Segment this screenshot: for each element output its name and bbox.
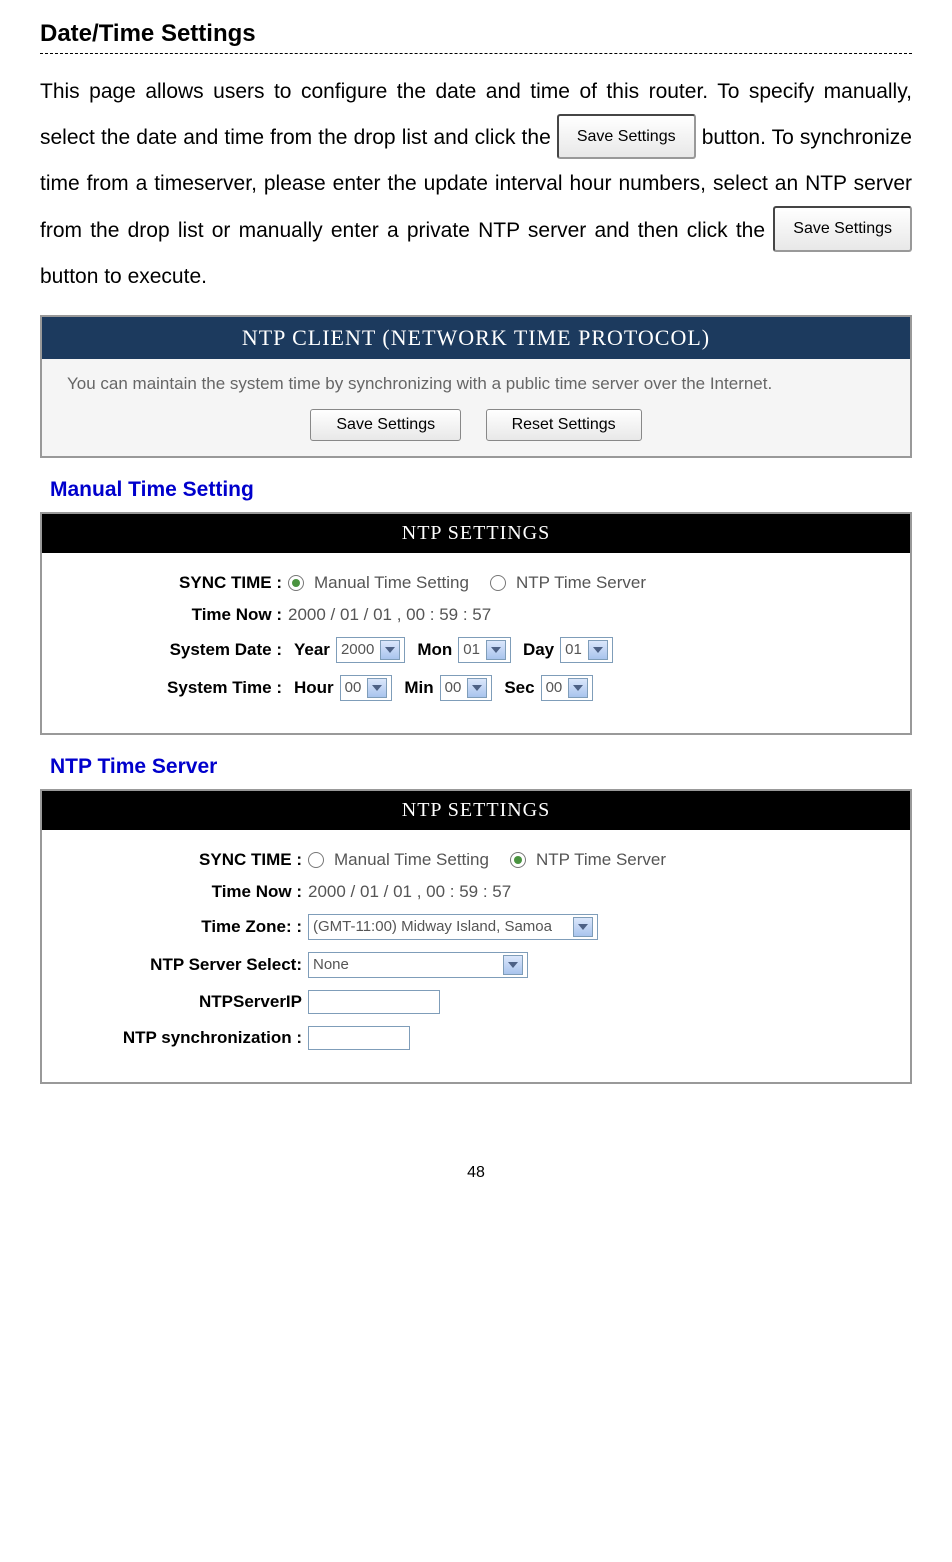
mon-select[interactable]: 01 <box>458 637 511 663</box>
ntp-ip-label: NTPServerIP <box>72 992 308 1012</box>
radio-ntp-time[interactable] <box>490 575 506 591</box>
radio-ntp-label-2: NTP Time Server <box>536 850 666 870</box>
page-title: Date/Time Settings <box>40 20 912 48</box>
ntp-client-description: You can maintain the system time by sync… <box>67 374 885 394</box>
manual-time-heading: Manual Time Setting <box>50 478 912 502</box>
ntp-client-panel: NTP CLIENT (NETWORK TIME PROTOCOL) You c… <box>40 315 912 458</box>
sync-time-label: SYNC TIME : <box>72 573 288 593</box>
ntp-settings-panel: NTP SETTINGS SYNC TIME : Manual Time Set… <box>40 789 912 1084</box>
manual-settings-panel: NTP SETTINGS SYNC TIME : Manual Time Set… <box>40 512 912 735</box>
radio-manual-time[interactable] <box>288 575 304 591</box>
day-label: Day <box>523 640 554 660</box>
chevron-down-icon <box>486 640 506 660</box>
time-zone-value: (GMT-11:00) Midway Island, Samoa <box>313 918 552 935</box>
save-settings-button[interactable]: Save Settings <box>310 409 461 441</box>
chevron-down-icon <box>367 678 387 698</box>
divider <box>40 53 912 54</box>
min-label: Min <box>404 678 433 698</box>
chevron-down-icon <box>467 678 487 698</box>
ntp-ip-input[interactable] <box>308 990 440 1014</box>
reset-settings-button[interactable]: Reset Settings <box>486 409 642 441</box>
intro-paragraph: This page allows users to configure the … <box>40 69 912 300</box>
year-value: 2000 <box>341 641 374 658</box>
hour-label: Hour <box>294 678 334 698</box>
year-label: Year <box>294 640 330 660</box>
mon-label: Mon <box>417 640 452 660</box>
ntp-panel-title: NTP SETTINGS <box>42 791 910 830</box>
page-number: 48 <box>40 1164 912 1182</box>
min-value: 00 <box>445 679 462 696</box>
inline-save-button-1[interactable]: Save Settings <box>557 114 696 159</box>
sync-time-label-2: SYNC TIME : <box>72 850 308 870</box>
day-value: 01 <box>565 641 582 658</box>
ntp-server-value: None <box>313 956 349 973</box>
time-now-value-2: 2000 / 01 / 01 , 00 : 59 : 57 <box>308 882 880 902</box>
ntp-time-heading: NTP Time Server <box>50 755 912 779</box>
radio-ntp-time-2[interactable] <box>510 852 526 868</box>
ntp-client-body: You can maintain the system time by sync… <box>42 359 910 456</box>
time-zone-label: Time Zone: : <box>72 917 308 937</box>
sec-value: 00 <box>546 679 563 696</box>
chevron-down-icon <box>503 955 523 975</box>
ntp-select-label: NTP Server Select: <box>72 955 308 975</box>
ntp-client-title: NTP CLIENT (NETWORK TIME PROTOCOL) <box>42 317 910 359</box>
chevron-down-icon <box>380 640 400 660</box>
min-select[interactable]: 00 <box>440 675 493 701</box>
ntp-sync-label: NTP synchronization : <box>72 1028 308 1048</box>
sec-select[interactable]: 00 <box>541 675 594 701</box>
manual-panel-title: NTP SETTINGS <box>42 514 910 553</box>
chevron-down-icon <box>568 678 588 698</box>
day-select[interactable]: 01 <box>560 637 613 663</box>
ntp-server-select[interactable]: None <box>308 952 528 978</box>
inline-save-button-2[interactable]: Save Settings <box>773 206 912 251</box>
ntp-sync-input[interactable] <box>308 1026 410 1050</box>
time-now-label-2: Time Now : <box>72 882 308 902</box>
time-zone-select[interactable]: (GMT-11:00) Midway Island, Samoa <box>308 914 598 940</box>
sec-label: Sec <box>504 678 534 698</box>
radio-manual-label-2: Manual Time Setting <box>334 850 489 870</box>
chevron-down-icon <box>573 917 593 937</box>
hour-select[interactable]: 00 <box>340 675 393 701</box>
intro-text-3: button to execute. <box>40 265 207 288</box>
time-now-label: Time Now : <box>72 605 288 625</box>
system-time-label: System Time : <box>72 678 288 698</box>
system-date-label: System Date : <box>72 640 288 660</box>
chevron-down-icon <box>588 640 608 660</box>
radio-manual-time-2[interactable] <box>308 852 324 868</box>
radio-ntp-label: NTP Time Server <box>516 573 646 593</box>
time-now-value: 2000 / 01 / 01 , 00 : 59 : 57 <box>288 605 880 625</box>
hour-value: 00 <box>345 679 362 696</box>
mon-value: 01 <box>463 641 480 658</box>
year-select[interactable]: 2000 <box>336 637 405 663</box>
radio-manual-label: Manual Time Setting <box>314 573 469 593</box>
